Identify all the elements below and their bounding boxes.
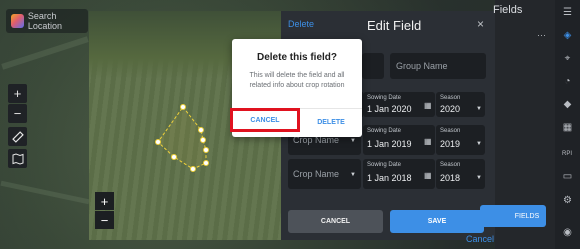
chevron-down-icon: ▼ [476, 106, 482, 112]
rpi-label[interactable]: RPI [562, 151, 572, 157]
calendar-icon[interactable]: ▦ [424, 171, 432, 180]
profile-icon[interactable]: ◉ [561, 226, 574, 239]
layers-icon[interactable]: ◈ [561, 29, 574, 42]
map-pin-icon[interactable]: ⌖ [561, 52, 574, 65]
season-value: 2019 [440, 139, 461, 149]
map-icon[interactable] [8, 149, 27, 168]
group-name-input[interactable]: Group Name [390, 53, 486, 79]
ruler-icon[interactable] [8, 127, 27, 146]
season-value: 2018 [440, 173, 461, 183]
sowing-date-value: 1 Jan 2019 [367, 139, 412, 149]
season-value: 2020 [440, 104, 461, 114]
bell-icon[interactable]: ◔ [561, 75, 574, 88]
chevron-down-icon: ▼ [476, 141, 482, 147]
chevron-down-icon: ▼ [476, 175, 482, 181]
fields-panel-title: Fields [493, 4, 523, 16]
calendar-icon[interactable]: ▦ [424, 101, 432, 110]
dialog-message: This will delete the field and all relat… [249, 72, 345, 89]
grid-icon[interactable]: ▦ [561, 121, 574, 134]
sowing-date-value: 1 Jan 2020 [367, 104, 412, 114]
panel-title: Edit Field [367, 18, 422, 33]
field-name-input[interactable] [362, 53, 384, 79]
drop-icon[interactable]: ◆ [561, 98, 574, 111]
chevron-down-icon: ▼ [350, 138, 356, 144]
dialog-title: Delete this field? [256, 52, 337, 63]
fields-button[interactable]: FIELDS [480, 205, 546, 227]
calendar-icon[interactable]: ▦ [424, 137, 432, 146]
app-logo-icon [11, 14, 24, 28]
search-bar[interactable]: Search Location [6, 9, 88, 33]
field-zoom-out-button[interactable]: − [95, 211, 114, 229]
season-label: Season [440, 162, 461, 168]
chat-icon[interactable]: ▭ [561, 170, 574, 183]
field-zoom-in-button[interactable]: + [95, 192, 114, 210]
sowing-date-label: Sowing Date [367, 95, 402, 101]
cancel-button[interactable]: CANCEL [288, 210, 383, 233]
search-input[interactable]: Search Location [28, 11, 88, 31]
menu-icon[interactable]: ☰ [561, 6, 574, 19]
season-label: Season [440, 128, 461, 134]
crop-name-placeholder: Crop Name [293, 169, 340, 179]
settings-icon[interactable]: ⚙ [561, 194, 574, 207]
more-icon[interactable]: ··· [537, 30, 546, 40]
close-icon[interactable]: × [477, 17, 484, 31]
dialog-cancel-button[interactable]: CANCEL [230, 108, 300, 132]
save-button[interactable]: SAVE [390, 210, 484, 233]
fields-button-label: FIELDS [514, 212, 540, 220]
fields-cancel-link[interactable]: Cancel [466, 234, 494, 244]
delete-field-link[interactable]: Delete [288, 19, 314, 29]
map-zoom-in-button[interactable]: + [8, 84, 27, 103]
group-name-placeholder: Group Name [396, 61, 448, 71]
map-zoom-out-button[interactable]: − [8, 104, 27, 123]
sowing-date-value: 1 Jan 2018 [367, 173, 412, 183]
season-label: Season [440, 95, 461, 101]
sowing-date-label: Sowing Date [367, 162, 402, 168]
dialog-delete-button[interactable]: DELETE [300, 108, 362, 137]
chevron-down-icon: ▼ [350, 172, 356, 178]
sowing-date-label: Sowing Date [367, 128, 402, 134]
